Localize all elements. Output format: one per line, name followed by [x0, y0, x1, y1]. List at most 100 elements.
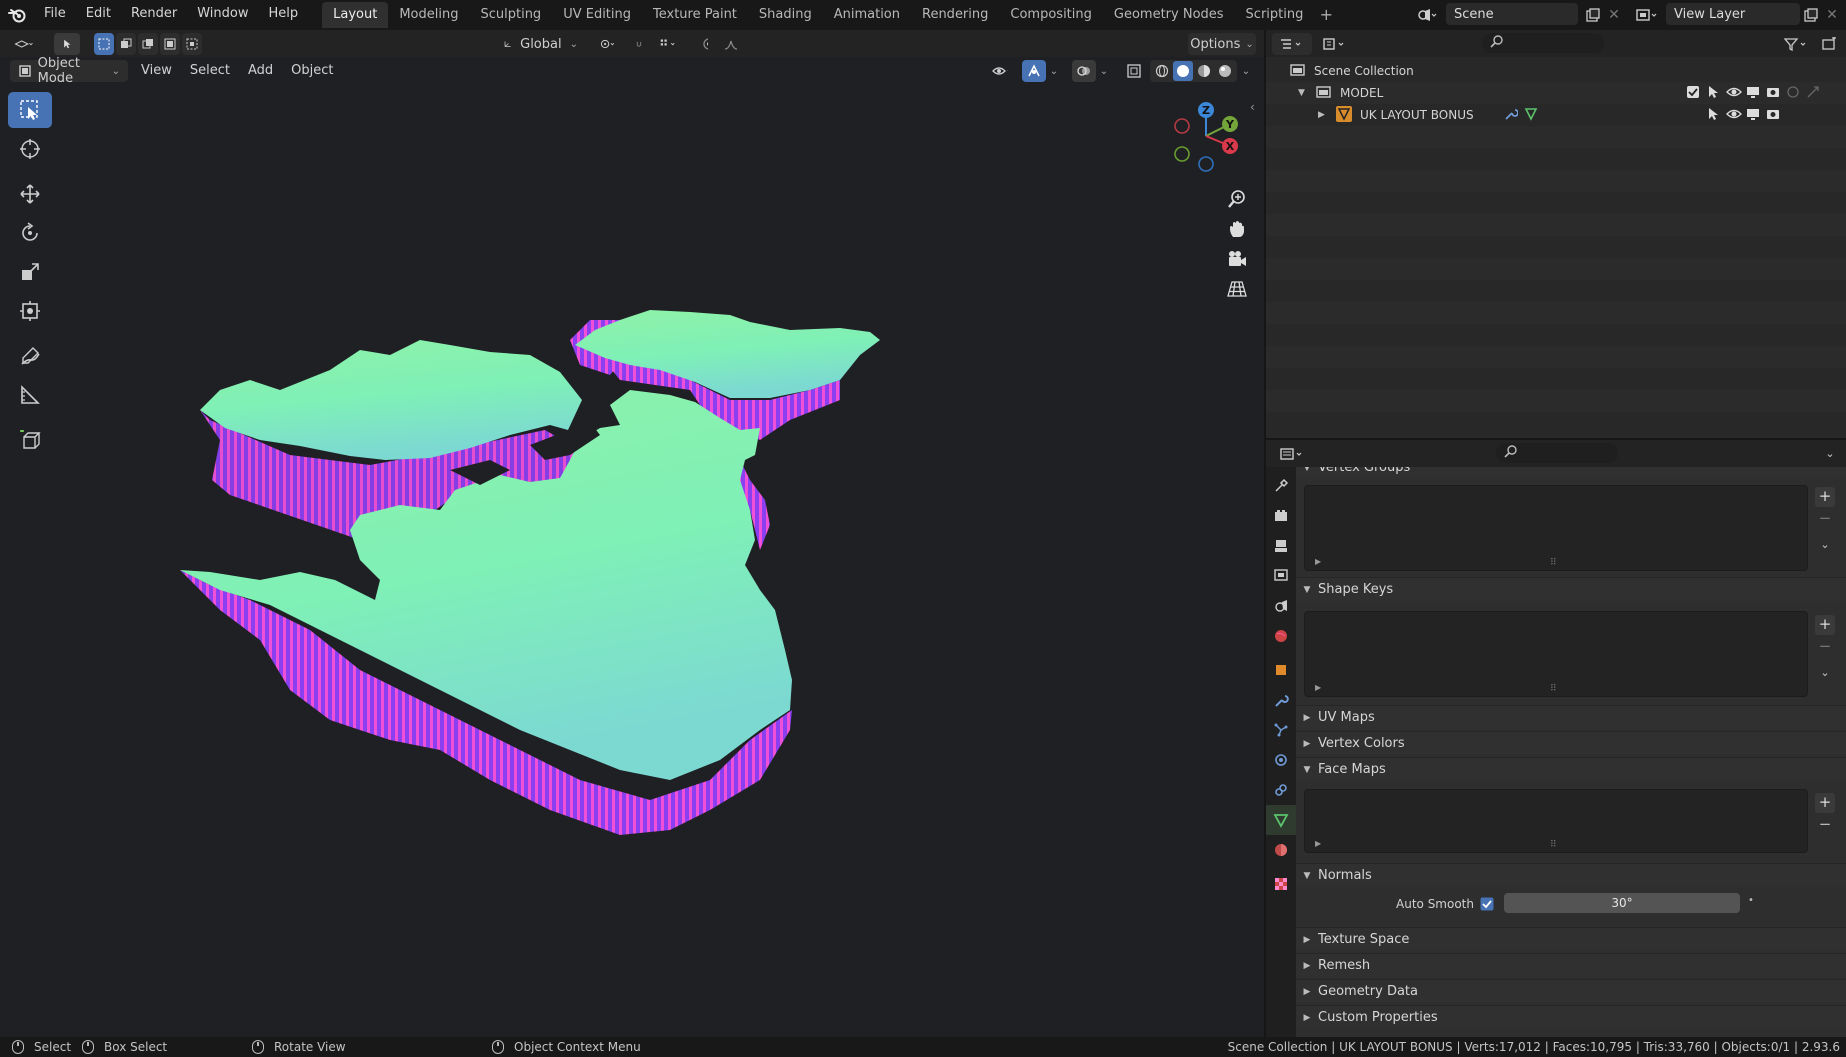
outliner-row-model[interactable]: ▼ MODEL	[1266, 82, 1846, 104]
menu-window[interactable]: Window	[187, 0, 258, 30]
proportional-falloff-icon[interactable]	[716, 33, 746, 55]
material-preview-shading-icon[interactable]	[1194, 61, 1214, 81]
selectable-arrow-icon[interactable]	[1706, 107, 1720, 124]
expand-arrow-icon[interactable]: ▼	[1298, 88, 1310, 98]
scale-tool-icon[interactable]	[8, 254, 52, 290]
gizmo-options-chevron-icon[interactable]: ⌄	[1046, 60, 1062, 82]
pivot-point-icon[interactable]	[592, 33, 624, 55]
vertex-colors-section-header[interactable]: ▶ Vertex Colors	[1296, 731, 1846, 755]
snap-toggle-icon[interactable]	[628, 33, 650, 55]
normals-section-header[interactable]: ▼ Normals	[1296, 863, 1846, 887]
menu-render[interactable]: Render	[121, 0, 187, 30]
overlay-options-chevron-icon[interactable]: ⌄	[1096, 60, 1112, 82]
texture-tab-icon[interactable]	[1266, 869, 1296, 899]
list-expand-arrow-icon[interactable]: ▶	[1315, 683, 1321, 692]
list-expand-arrow-icon[interactable]: ▶	[1315, 839, 1321, 848]
uk-map-model[interactable]	[150, 310, 1110, 870]
render-camera-icon[interactable]	[1766, 85, 1780, 102]
menu-file[interactable]: File	[34, 0, 76, 30]
custom-properties-section-header[interactable]: ▶ Custom Properties	[1296, 1005, 1846, 1029]
modifier-wrench-icon[interactable]	[1504, 107, 1519, 124]
add-face-map-button[interactable]: +	[1815, 793, 1835, 813]
wireframe-shading-icon[interactable]	[1152, 61, 1172, 81]
annotate-tool-icon[interactable]	[8, 338, 52, 374]
delete-view-layer-icon[interactable]: ✕	[1822, 4, 1842, 26]
view-layer-field[interactable]: View Layer	[1666, 3, 1800, 25]
view-layer-icon[interactable]	[1630, 4, 1664, 26]
properties-editor-type-icon[interactable]	[1276, 443, 1310, 465]
add-shape-key-button[interactable]: +	[1815, 615, 1835, 635]
rendered-shading-icon[interactable]	[1215, 61, 1235, 81]
face-maps-section-header[interactable]: ▼ Face Maps	[1296, 757, 1846, 781]
select-subtract-icon[interactable]	[138, 33, 158, 55]
holdout-icon[interactable]	[1786, 85, 1800, 102]
remove-face-map-button[interactable]: −	[1815, 815, 1835, 835]
shape-keys-list[interactable]: ▶ ⠿	[1304, 611, 1808, 697]
select-set-icon[interactable]	[94, 33, 114, 55]
geometry-data-section-header[interactable]: ▶ Geometry Data	[1296, 979, 1846, 1003]
exclude-checkbox-icon[interactable]	[1686, 85, 1700, 102]
tab-rendering[interactable]: Rendering	[911, 2, 999, 28]
visibility-selectability-icon[interactable]	[984, 60, 1016, 82]
tab-shading[interactable]: Shading	[748, 2, 823, 28]
properties-search-input[interactable]	[1496, 443, 1618, 463]
object-mode-dropdown[interactable]: Object Mode ⌄	[10, 56, 128, 86]
show-overlays-icon[interactable]	[1072, 60, 1096, 82]
show-gizmo-icon[interactable]	[1022, 60, 1046, 82]
display-mode-icon[interactable]	[1318, 33, 1352, 55]
solid-shading-icon[interactable]	[1173, 61, 1193, 81]
scene-type-icon[interactable]	[1412, 4, 1442, 26]
auto-smooth-angle-field[interactable]: 30°	[1504, 893, 1740, 913]
add-workspace-button[interactable]: +	[1314, 2, 1338, 28]
vertex-group-specials-chevron-icon[interactable]: ⌄	[1815, 535, 1835, 555]
render-tab-icon[interactable]	[1266, 501, 1296, 531]
new-view-layer-icon[interactable]	[1800, 4, 1822, 26]
properties-options-chevron-icon[interactable]: ⌄	[1820, 443, 1840, 465]
mesh-data-icon[interactable]	[1524, 107, 1538, 124]
remesh-section-header[interactable]: ▶ Remesh	[1296, 953, 1846, 977]
select-box-tool-icon[interactable]	[8, 92, 52, 128]
world-tab-icon[interactable]	[1266, 621, 1296, 651]
pan-hand-icon[interactable]	[1222, 214, 1252, 244]
outliner-search-input[interactable]	[1482, 33, 1604, 53]
viewport-monitor-icon[interactable]	[1746, 107, 1760, 124]
measure-tool-icon[interactable]	[8, 377, 52, 413]
perspective-ortho-grid-icon[interactable]	[1222, 274, 1252, 304]
gizmo-neg-z-icon[interactable]	[1198, 156, 1214, 172]
list-expand-arrow-icon[interactable]: ▶	[1315, 557, 1321, 566]
menu-select[interactable]: Select	[181, 57, 239, 84]
outliner-row-scene-collection[interactable]: Scene Collection	[1266, 60, 1846, 82]
navigation-gizmo[interactable]: Z Y X	[1168, 98, 1244, 174]
visibility-eye-icon[interactable]	[1726, 85, 1742, 102]
vertex-groups-section-header[interactable]: ▼ Vertex Groups	[1296, 467, 1846, 479]
camera-view-icon[interactable]	[1222, 244, 1252, 274]
zoom-icon[interactable]	[1222, 184, 1252, 214]
proportional-editing-icon[interactable]	[694, 33, 716, 55]
select-extend-icon[interactable]	[116, 33, 136, 55]
view-layer-tab-icon[interactable]	[1266, 561, 1296, 591]
add-cube-tool-icon[interactable]	[8, 422, 52, 458]
cursor-tool-icon[interactable]	[8, 131, 52, 167]
options-dropdown[interactable]: Options ⌄	[1188, 33, 1256, 55]
3d-viewport[interactable]: Global ⌄ Options ⌄ Object Mode ⌄ View Se…	[0, 30, 1264, 1037]
sidebar-toggle-chevron-icon[interactable]: ‹	[1250, 100, 1262, 118]
gizmo-neg-x-icon[interactable]	[1174, 118, 1190, 134]
tab-texture-paint[interactable]: Texture Paint	[642, 2, 748, 28]
shape-key-specials-chevron-icon[interactable]: ⌄	[1815, 663, 1835, 683]
render-camera-icon[interactable]	[1766, 107, 1780, 124]
indirect-only-icon[interactable]	[1806, 85, 1820, 102]
filter-icon[interactable]	[1780, 33, 1814, 55]
object-tab-icon[interactable]	[1266, 655, 1296, 685]
tab-scripting[interactable]: Scripting	[1235, 2, 1315, 28]
tab-sculpting[interactable]: Sculpting	[469, 2, 552, 28]
tab-layout[interactable]: Layout	[322, 2, 389, 28]
transform-tool-icon[interactable]	[8, 293, 52, 329]
tab-modeling[interactable]: Modeling	[388, 2, 469, 28]
gizmo-neg-y-icon[interactable]	[1174, 146, 1190, 162]
menu-view[interactable]: View	[132, 57, 181, 84]
scene-field[interactable]: Scene	[1446, 3, 1578, 25]
remove-shape-key-button[interactable]: −	[1815, 637, 1835, 657]
uv-maps-section-header[interactable]: ▶ UV Maps	[1296, 705, 1846, 729]
add-vertex-group-button[interactable]: +	[1815, 487, 1835, 507]
tweak-tool-icon[interactable]	[54, 33, 80, 55]
